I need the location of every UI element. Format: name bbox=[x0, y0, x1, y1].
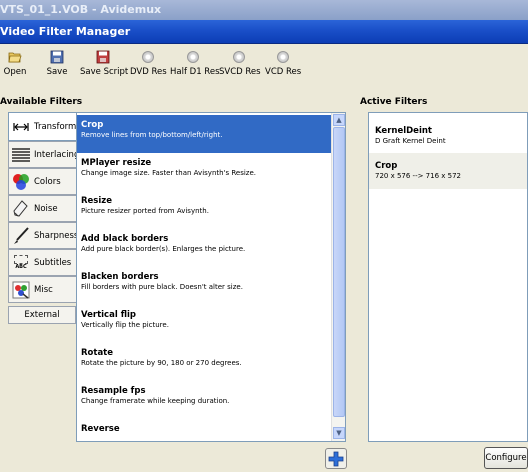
filter-desc: Add pure black border(s). Enlarges the p… bbox=[81, 245, 246, 253]
disc-icon bbox=[233, 51, 245, 63]
tab-transform-label: Transform bbox=[34, 121, 77, 132]
filter-name: Resize bbox=[81, 196, 112, 206]
main-window-title: VTS_01_1.VOB - Avidemux bbox=[0, 3, 162, 16]
filter-name: Blacken borders bbox=[81, 272, 159, 282]
disc-icon bbox=[277, 51, 289, 63]
filter-desc: Fill borders with pure black. Doesn't al… bbox=[81, 283, 243, 291]
filter-item-blacken-borders[interactable]: Blacken borders Fill borders with pure b… bbox=[77, 267, 333, 305]
tab-sharpness[interactable]: Sharpness bbox=[8, 222, 79, 249]
filter-item-resample-fps[interactable]: Resample fps Change framerate while keep… bbox=[77, 381, 333, 419]
active-filter-name: KernelDeint bbox=[375, 126, 432, 136]
filter-desc: Vertically flip the picture. bbox=[81, 321, 169, 329]
half-d1-res-button[interactable]: Half D1 Res bbox=[170, 50, 220, 86]
filter-item-crop[interactable]: Crop Remove lines from top/bottom/left/r… bbox=[77, 115, 333, 153]
filter-name: Reverse bbox=[81, 424, 120, 434]
filter-item-reverse[interactable]: Reverse bbox=[77, 419, 333, 441]
filter-item-add-black-borders[interactable]: Add black borders Add pure black border(… bbox=[77, 229, 333, 267]
tab-sharpness-label: Sharpness bbox=[34, 230, 79, 241]
folder-open-icon bbox=[8, 52, 22, 63]
save-label: Save bbox=[46, 67, 68, 77]
tab-external[interactable]: External bbox=[8, 306, 76, 324]
available-filters-heading: Available Filters bbox=[0, 97, 83, 107]
filter-desc: Remove lines from top/bottom/left/right. bbox=[81, 131, 223, 139]
tab-colors-label: Colors bbox=[34, 176, 61, 187]
filter-desc: Rotate the picture by 90, 180 or 270 deg… bbox=[81, 359, 242, 367]
filter-item-mplayer-resize[interactable]: MPlayer resize Change image size. Faster… bbox=[77, 153, 333, 191]
filter-desc: Picture resizer ported from Avisynth. bbox=[81, 207, 209, 215]
filter-name: Crop bbox=[81, 120, 104, 130]
noise-icon bbox=[12, 199, 30, 218]
tab-interlacing-label: Interlacing bbox=[34, 149, 80, 160]
configure-button[interactable]: Configure bbox=[484, 447, 528, 469]
dialog-titlebar[interactable]: Video Filter Manager bbox=[0, 20, 528, 44]
available-filter-list[interactable]: Crop Remove lines from top/bottom/left/r… bbox=[76, 112, 346, 442]
add-filter-button[interactable] bbox=[325, 448, 347, 469]
category-tabs: Transform Interlacing Colors Noise Sharp… bbox=[8, 112, 80, 324]
floppy-disk-icon bbox=[50, 50, 64, 64]
tab-noise-label: Noise bbox=[34, 203, 58, 214]
colors-icon bbox=[12, 173, 30, 191]
save-script-label: Save Script bbox=[80, 67, 129, 77]
subtitles-icon: ABC bbox=[12, 254, 30, 272]
tab-transform[interactable]: Transform bbox=[8, 112, 76, 141]
script-disk-icon bbox=[96, 50, 110, 64]
disc-icon bbox=[142, 51, 154, 63]
filter-desc: Change image size. Faster than Avisynth'… bbox=[81, 169, 257, 177]
dialog-title: Video Filter Manager bbox=[0, 25, 131, 38]
active-filters-heading: Active Filters bbox=[360, 97, 428, 107]
tab-subtitles[interactable]: ABC Subtitles bbox=[8, 249, 76, 276]
scrollbar-thumb[interactable] bbox=[333, 127, 345, 417]
scroll-down-icon[interactable]: ▼ bbox=[333, 427, 345, 439]
interlacing-icon bbox=[12, 146, 30, 164]
tab-subtitles-label: Subtitles bbox=[34, 257, 72, 268]
filter-name: Add black borders bbox=[81, 234, 169, 244]
filter-item-vertical-flip[interactable]: Vertical flip Vertically flip the pictur… bbox=[77, 305, 333, 343]
vcd-res-label: VCD Res bbox=[265, 67, 302, 77]
scroll-up-icon[interactable]: ▲ bbox=[333, 114, 345, 126]
filter-list-scrollbar[interactable]: ▲ ▼ bbox=[331, 113, 345, 441]
tab-colors[interactable]: Colors bbox=[8, 168, 76, 195]
disc-icon bbox=[187, 51, 199, 63]
save-script-button[interactable]: Save Script bbox=[80, 50, 129, 86]
filter-name: Resample fps bbox=[81, 386, 146, 396]
active-filter-desc: 720 x 576 --> 716 x 572 bbox=[375, 172, 461, 180]
open-button[interactable]: Open bbox=[3, 50, 27, 86]
sharpness-icon bbox=[12, 226, 30, 245]
active-filter-list[interactable]: KernelDeint D Graft Kernel Deint Crop 72… bbox=[368, 112, 528, 442]
vcd-res-button[interactable]: VCD Res bbox=[265, 50, 301, 86]
filter-name: Rotate bbox=[81, 348, 114, 358]
misc-icon bbox=[12, 281, 30, 299]
svcd-res-label: SVCD Res bbox=[219, 67, 261, 77]
open-label: Open bbox=[3, 67, 27, 77]
filter-name: Vertical flip bbox=[81, 310, 136, 320]
active-filter-item-crop[interactable]: Crop 720 x 576 --> 716 x 572 bbox=[369, 153, 527, 189]
tab-misc[interactable]: Misc bbox=[8, 276, 76, 303]
filter-desc: Change framerate while keeping duration. bbox=[81, 397, 230, 405]
active-filter-name: Crop bbox=[375, 161, 398, 171]
plus-icon bbox=[328, 451, 344, 466]
filter-item-rotate[interactable]: Rotate Rotate the picture by 90, 180 or … bbox=[77, 343, 333, 381]
filter-name: MPlayer resize bbox=[81, 158, 152, 168]
subtitles-icon-text: ABC bbox=[15, 264, 27, 270]
toolbar: Open Save Save Script DVD Res Half D1 Re… bbox=[0, 44, 528, 90]
active-filter-desc: D Graft Kernel Deint bbox=[375, 137, 446, 145]
tab-noise[interactable]: Noise bbox=[8, 195, 76, 222]
tab-external-label: External bbox=[24, 310, 60, 320]
save-button[interactable]: Save bbox=[45, 50, 69, 86]
transform-icon bbox=[12, 118, 30, 136]
dvd-res-label: DVD Res bbox=[130, 67, 167, 77]
tab-misc-label: Misc bbox=[34, 284, 53, 295]
filter-item-resize[interactable]: Resize Picture resizer ported from Avisy… bbox=[77, 191, 333, 229]
main-window-titlebar: VTS_01_1.VOB - Avidemux bbox=[0, 0, 528, 20]
dvd-res-button[interactable]: DVD Res bbox=[130, 50, 167, 86]
half-d1-res-label: Half D1 Res bbox=[170, 67, 220, 77]
svcd-res-button[interactable]: SVCD Res bbox=[219, 50, 261, 86]
tab-interlacing[interactable]: Interlacing bbox=[8, 141, 80, 168]
